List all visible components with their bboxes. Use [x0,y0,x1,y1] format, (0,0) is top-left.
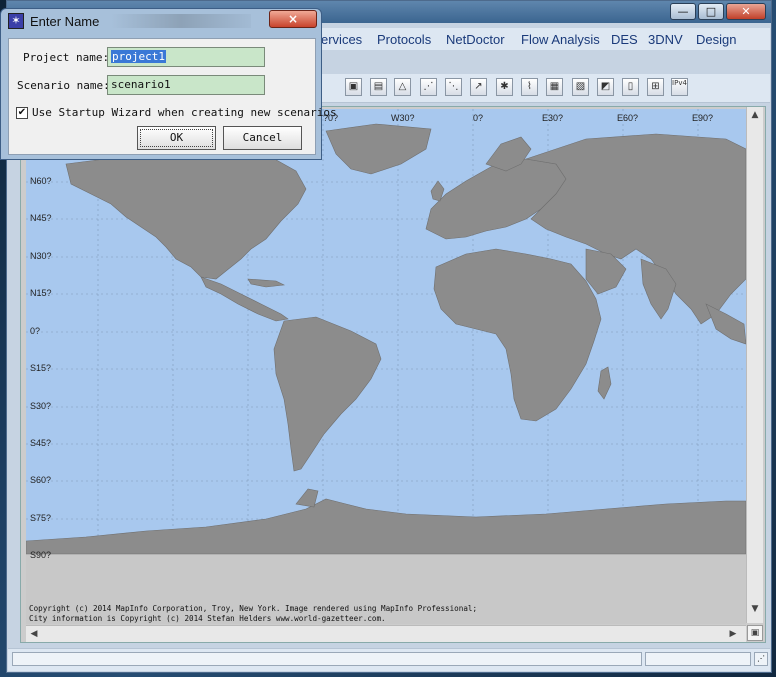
topology-icon[interactable]: ▣ [345,78,362,96]
map-corner-icon[interactable]: ▣ [747,625,763,641]
lat-label: N60? [30,176,52,186]
lat-label: N15? [30,288,52,298]
flag-icon[interactable]: △ [394,78,411,96]
menu-design[interactable]: Design [696,32,736,47]
minimize-button[interactable]: — [670,3,696,20]
horizontal-scrollbar[interactable]: ◀ ▶ [26,625,746,642]
scroll-right-icon[interactable]: ▶ [726,627,740,641]
project-name-input[interactable]: project1 [107,47,265,67]
node-icon[interactable]: ▤ [370,78,387,96]
enter-name-dialog: ✶ Enter Name × Project name: project1 Sc… [0,8,337,160]
map-frame: ?0? W30? 0? E30? E60? E90? N60? N45? N30… [20,106,766,643]
dialog-title: Enter Name [30,14,100,29]
menu-flow-analysis[interactable]: Flow Analysis [521,32,600,47]
resize-grip-icon[interactable]: ⋰ [754,652,768,666]
scroll-up-icon[interactable]: ▲ [748,108,762,122]
project-name-label: Project name: [23,51,110,64]
maximize-button[interactable]: □ [698,3,724,20]
lon-label: E60? [617,113,639,123]
menu-netdoctor[interactable]: NetDoctor [446,32,505,47]
status-pane-secondary [645,652,751,666]
dialog-close-button[interactable]: × [269,10,317,28]
vertical-scrollbar[interactable]: ▲ ▼ [746,107,763,623]
project-name-value: project1 [111,50,166,63]
lon-label: E30? [542,113,564,123]
dialog-body: Project name: project1 Scenario name: sc… [8,38,337,155]
world-map-graphic [26,109,746,555]
config-icon[interactable]: ⋱ [445,78,462,96]
lon-label: E90? [692,113,714,123]
copyright-line-1: Copyright (c) 2014 MapInfo Corporation, … [29,604,478,613]
lon-label: W30? [391,113,415,123]
menu-3dnv[interactable]: 3DNV [648,32,683,47]
lat-label: S30? [30,401,52,411]
status-pane-main [12,652,642,666]
scenario-name-input[interactable]: scenario1 [107,75,265,95]
menu-services[interactable]: ervices [321,32,362,47]
antenna-icon[interactable]: ✱ [496,78,513,96]
lat-label: S45? [30,438,52,448]
path-icon[interactable]: ⌇ [521,78,538,96]
scroll-left-icon[interactable]: ◀ [27,627,41,641]
grid-icon[interactable]: ▦ [546,78,563,96]
scroll-down-icon[interactable]: ▼ [748,602,762,616]
link-icon[interactable]: ⋰ [420,78,437,96]
cancel-button[interactable]: Cancel [223,126,302,150]
ipv4-icon[interactable]: IPv4 [671,78,688,96]
lat-label: 0? [30,326,41,336]
doc-icon[interactable]: ▯ [622,78,639,96]
scenario-name-label: Scenario name: [17,79,110,92]
lat-label: S90? [30,550,52,560]
menu-protocols[interactable]: Protocols [377,32,431,47]
startup-wizard-label[interactable]: Use Startup Wizard when creating new sce… [32,106,337,119]
report-icon[interactable]: ◩ [597,78,614,96]
lat-label: N30? [30,251,52,261]
lon-label: 0? [473,113,484,123]
scenario-name-value: scenario1 [111,78,171,91]
dialog-titlebar[interactable]: ✶ Enter Name × [1,9,321,34]
blurred-title-region [111,14,251,28]
map-copyright: Copyright (c) 2014 MapInfo Corporation, … [29,604,477,624]
lat-label: S15? [30,363,52,373]
close-button[interactable]: ✕ [726,3,766,20]
ipv6-icon[interactable]: ⊞ [647,78,664,96]
menu-des[interactable]: DES [611,32,638,47]
lat-label: S60? [30,475,52,485]
lat-label: S75? [30,513,52,523]
ok-button[interactable]: OK [137,126,216,150]
status-bar: ⋰ [8,648,770,671]
wireless-icon[interactable]: ↗ [470,78,487,96]
app-icon: ✶ [8,13,24,29]
world-map[interactable]: ?0? W30? 0? E30? E60? E90? N60? N45? N30… [26,109,746,624]
copyright-line-2: City information is Copyright (c) 2014 S… [29,614,386,623]
chart-icon[interactable]: ▧ [572,78,589,96]
lat-label: N45? [30,213,52,223]
startup-wizard-checkbox[interactable]: ✔ [16,107,28,119]
